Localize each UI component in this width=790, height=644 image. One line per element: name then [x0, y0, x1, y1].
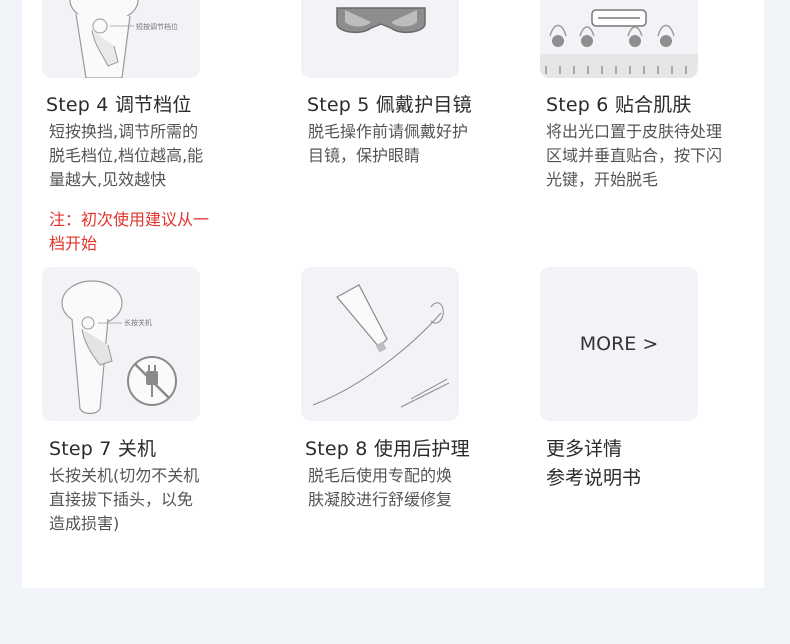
step8-title: Step 8 使用后护理 [305, 438, 470, 460]
step7-desc-line1: 长按关机(切勿不关机 [49, 466, 200, 485]
step8-image [301, 267, 459, 421]
step7-title: Step 7 关机 [49, 438, 157, 460]
step4-desc-line1: 短按换挡,调节所需的 [49, 122, 199, 141]
instructions-card: 短按调节档位 Step 4 调节档位 短按换挡,调节所需的 脱毛档位,档位越高,… [22, 0, 764, 588]
step7-desc-line2: 直接拔下插头，以免 [49, 490, 194, 509]
goggles-icon [336, 7, 426, 34]
power-off-illustration: 长按关机 [61, 280, 177, 415]
step4-note-line1: 注：初次使用建议从一 [49, 210, 210, 229]
step8-description: 脱毛后使用专配的焕 肤凝胶进行舒缓修复 [308, 464, 488, 512]
step6-title: Step 6 贴合肌肤 [546, 94, 692, 116]
manual-reference: 参考说明书 [546, 467, 642, 489]
step4-note: 注：初次使用建议从一 档开始 [49, 208, 234, 256]
gel-tube-illustration [312, 284, 450, 408]
step5-description: 脱毛操作前请佩戴好护 目镜，保护眼睛 [308, 120, 488, 168]
step7-description: 长按关机(切勿不关机 直接拔下插头，以免 造成损害) [49, 464, 229, 536]
step6-desc-line3: 光键，开始脱毛 [546, 170, 659, 189]
step5-desc-line2: 目镜，保护眼睛 [308, 146, 421, 165]
step5-image [301, 0, 459, 78]
device-adjust-illustration: 短按调节档位 [69, 0, 178, 78]
step6-image [540, 0, 698, 78]
step4-title: Step 4 调节档位 [46, 94, 192, 116]
step7-image: 长按关机 [42, 267, 200, 421]
more-details-title: 更多详情 [546, 438, 623, 460]
more-label[interactable]: MORE > [540, 333, 698, 355]
step8-desc-line2: 肤凝胶进行舒缓修复 [308, 490, 453, 509]
step4-description: 短按换挡,调节所需的 脱毛档位,档位越高,能 量越大,见效越快 [49, 120, 229, 192]
step7-image-label: 长按关机 [124, 318, 152, 327]
step6-desc-line2: 区域并垂直贴合，按下闪 [546, 146, 723, 165]
step4-desc-line3: 量越大,见效越快 [49, 170, 167, 189]
step4-desc-line2: 脱毛档位,档位越高,能 [49, 146, 204, 165]
more-button[interactable]: MORE > [540, 267, 698, 421]
step7-desc-line3: 造成损害) [49, 514, 120, 533]
skin-contact-illustration [540, 9, 698, 78]
step4-image-label: 短按调节档位 [136, 22, 178, 31]
step5-title: Step 5 佩戴护目镜 [307, 94, 472, 116]
step5-desc-line1: 脱毛操作前请佩戴好护 [308, 122, 469, 141]
step8-desc-line1: 脱毛后使用专配的焕 [308, 466, 453, 485]
step6-description: 将出光口置于皮肤待处理 区域并垂直贴合，按下闪 光键，开始脱毛 [546, 120, 746, 192]
step4-image: 短按调节档位 [42, 0, 200, 78]
step6-desc-line1: 将出光口置于皮肤待处理 [546, 122, 723, 141]
unplug-prohibited-icon [127, 356, 177, 406]
step4-note-line2: 档开始 [49, 234, 98, 253]
